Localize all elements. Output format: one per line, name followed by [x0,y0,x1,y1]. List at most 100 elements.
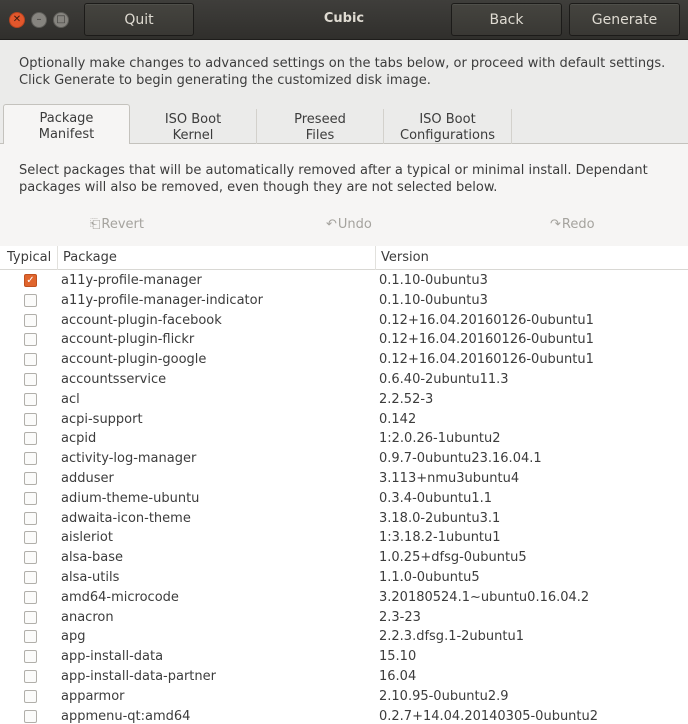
generate-button[interactable]: Generate [569,3,680,36]
table-row[interactable]: ✓ a11y-profile-manager 0.1.10-0ubuntu3 [0,271,688,291]
typical-checkbox[interactable] [24,293,37,307]
table-row[interactable]: adduser 3.113+nmu3ubuntu4 [0,469,688,489]
package-name: appmenu-qt:amd64 [61,708,191,724]
typical-checkbox[interactable]: ✓ [24,274,37,287]
intro-text: Optionally make changes to advanced sett… [19,55,679,89]
typical-checkbox[interactable] [24,669,37,683]
table-row[interactable]: account-plugin-facebook 0.12+16.04.201601… [0,311,688,331]
intro-line: Optionally make changes to advanced sett… [19,56,666,71]
tab-label: Files [305,128,335,143]
settings-tabs: Package Manifest ISO Boot Kernel Preseed… [0,104,688,145]
tab-iso-boot-configurations[interactable]: ISO Boot Configurations [384,109,512,145]
header-bar: ✕ – □ Quit Cubic Back Generate [0,0,688,40]
typical-checkbox[interactable] [24,630,37,644]
tab-label: ISO Boot [164,112,222,127]
package-version: 1:3.18.2-1ubuntu1 [379,530,501,546]
package-name: adwaita-icon-theme [61,510,191,526]
typical-checkbox[interactable] [24,610,37,624]
typical-checkbox[interactable] [24,650,37,664]
back-button[interactable]: Back [451,3,562,36]
typical-checkbox[interactable] [24,471,37,485]
table-row[interactable]: acl 2.2.52-3 [0,390,688,410]
undo-icon: ↶ [326,217,337,232]
typical-checkbox[interactable] [24,372,37,386]
package-version: 0.12+16.04.20160126-0ubuntu1 [379,312,594,328]
typical-checkbox[interactable] [24,491,37,505]
typical-checkbox[interactable] [24,432,37,446]
package-version: 0.1.10-0ubuntu3 [379,273,488,288]
tab-label: Kernel [172,128,214,143]
package-version: 1.0.25+dfsg-0ubuntu5 [379,550,527,566]
package-version: 0.12+16.04.20160126-0ubuntu1 [379,332,594,348]
window-close-icon[interactable]: ✕ [9,12,25,28]
package-name: account-plugin-facebook [61,312,222,328]
package-name: amd64-microcode [61,589,179,605]
table-row[interactable]: account-plugin-flickr 0.12+16.04.20160126… [0,330,688,350]
window-title: Cubic [323,11,365,26]
panel-description: Select packages that will be automatical… [19,162,679,196]
package-name: acpid [61,431,97,447]
typical-checkbox[interactable] [24,570,37,584]
package-name: app-install-data [61,649,164,665]
table-row[interactable]: acpi-support 0.142 [0,410,688,430]
window-maximize-icon[interactable]: □ [53,12,69,28]
table-row[interactable]: acpid 1:2.0.26-1ubuntu2 [0,429,688,449]
table-row[interactable]: account-plugin-google 0.12+16.04.20160126… [0,350,688,370]
tab-label: Manifest [38,127,95,142]
table-row[interactable]: apg 2.2.3.dfsg.1-2ubuntu1 [0,627,688,647]
revert-button[interactable]: ⎗ Revert [90,217,144,232]
typical-checkbox[interactable] [24,313,37,327]
table-row[interactable]: app-install-data 15.10 [0,647,688,667]
column-header-typical[interactable]: Typical [0,246,58,270]
table-row[interactable]: app-install-data-partner 16.04 [0,667,688,687]
package-version: 3.113+nmu3ubuntu4 [379,470,520,486]
redo-button[interactable]: ↷ Redo [550,217,595,232]
table-row[interactable]: anacron 2.3-23 [0,608,688,628]
package-version: 1.1.0-0ubuntu5 [379,569,480,585]
table-row[interactable]: appmenu-qt:amd64 0.2.7+14.04.20140305-0ub… [0,707,688,724]
table-row[interactable]: activity-log-manager 0.9.7-0ubuntu23.16.0… [0,449,688,469]
redo-label: Redo [561,217,595,232]
package-version: 0.1.10-0ubuntu3 [379,292,488,308]
tab-iso-boot-kernel[interactable]: ISO Boot Kernel [130,109,257,145]
package-name: adduser [61,470,114,486]
typical-checkbox[interactable] [24,709,37,723]
table-row[interactable]: alsa-base 1.0.25+dfsg-0ubuntu5 [0,548,688,568]
table-row[interactable]: amd64-microcode 3.20180524.1~ubuntu0.16.0… [0,588,688,608]
table-row[interactable]: adwaita-icon-theme 3.18.0-2ubuntu3.1 [0,509,688,529]
quit-button[interactable]: Quit [84,3,194,36]
table-row[interactable]: a11y-profile-manager-indicator 0.1.10-0ub… [0,291,688,311]
typical-checkbox[interactable] [24,551,37,565]
column-header-version[interactable]: Version [376,246,688,270]
table-row[interactable]: apparmor 2.10.95-0ubuntu2.9 [0,687,688,707]
typical-checkbox[interactable] [24,412,37,426]
table-row[interactable]: adium-theme-ubuntu 0.3.4-0ubuntu1.1 [0,489,688,509]
undo-label: Undo [337,217,372,232]
package-name: a11y-profile-manager-indicator [61,292,263,308]
package-name: a11y-profile-manager [61,273,202,288]
package-name: anacron [61,609,114,625]
typical-checkbox[interactable] [24,333,37,347]
undo-button[interactable]: ↶ Undo [326,217,372,232]
typical-checkbox[interactable] [24,590,37,604]
table-row[interactable]: alsa-utils 1.1.0-0ubuntu5 [0,568,688,588]
typical-checkbox[interactable] [24,511,37,525]
intro-line: Click Generate to begin generating the c… [19,73,431,88]
tab-preseed-files[interactable]: Preseed Files [257,109,384,145]
package-name: apparmor [61,688,125,704]
package-version: 0.12+16.04.20160126-0ubuntu1 [379,352,594,368]
table-row[interactable]: aisleriot 1:3.18.2-1ubuntu1 [0,528,688,548]
typical-checkbox[interactable] [24,689,37,703]
table-row[interactable]: accountsservice 0.6.40-2ubuntu11.3 [0,370,688,390]
package-version: 2.2.52-3 [379,391,434,407]
package-version: 0.9.7-0ubuntu23.16.04.1 [379,451,542,467]
package-version: 0.142 [379,411,417,427]
typical-checkbox[interactable] [24,353,37,367]
window-minimize-icon[interactable]: – [31,12,47,28]
typical-checkbox[interactable] [24,531,37,545]
typical-checkbox[interactable] [24,452,37,466]
tab-package-manifest[interactable]: Package Manifest [3,104,130,145]
package-name: apg [61,629,86,645]
typical-checkbox[interactable] [24,392,37,406]
column-header-package[interactable]: Package [58,246,376,270]
